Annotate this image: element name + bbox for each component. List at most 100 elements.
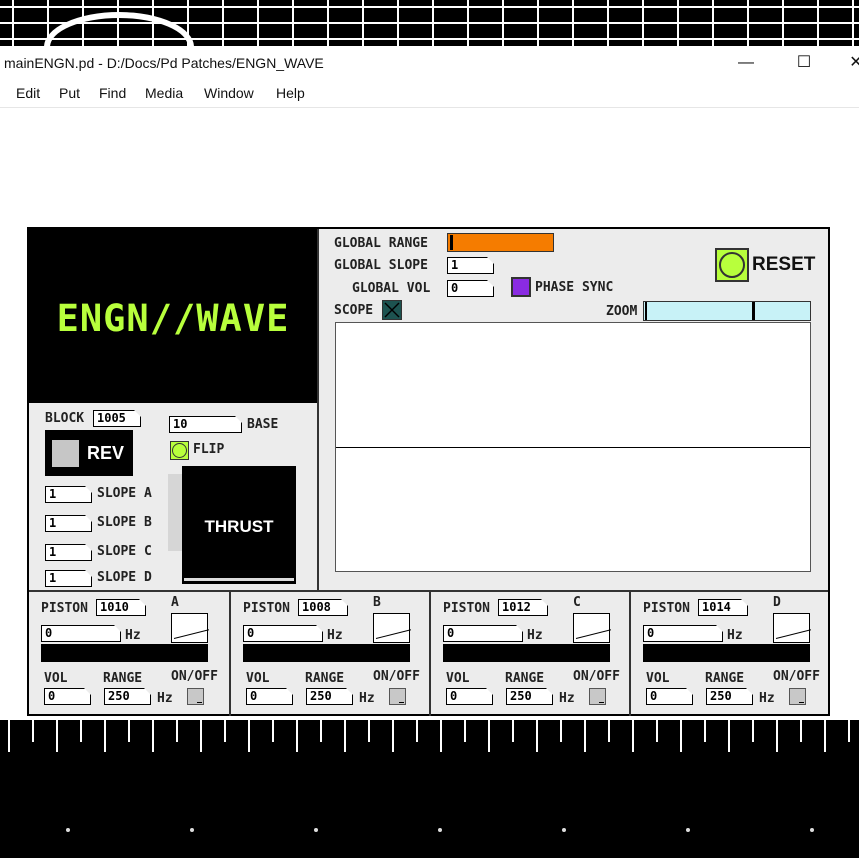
piston-a-letter: A: [171, 595, 179, 610]
piston-a-vol-number[interactable]: 0: [44, 688, 91, 705]
slope-d-number[interactable]: 1: [45, 570, 92, 587]
flip-toggle-circle: [172, 443, 187, 458]
scope-label: SCOPE: [334, 303, 374, 318]
zoom-slider[interactable]: [643, 301, 811, 321]
block-number[interactable]: 1005: [93, 410, 141, 427]
waveform-dot: [562, 828, 566, 832]
menu-media[interactable]: Media: [145, 85, 183, 101]
piston-b-range-number[interactable]: 250: [306, 688, 353, 705]
waveform-tick: [344, 718, 346, 752]
menu-window[interactable]: Window: [204, 85, 254, 101]
piston-a-vol-label: VOL: [44, 671, 68, 686]
thrust-button[interactable]: THRUST: [182, 466, 296, 584]
waveform-tick: [224, 718, 226, 742]
waveform-arc: [44, 12, 194, 46]
piston-d-onoff-toggle[interactable]: [789, 688, 806, 705]
scope-toggle[interactable]: [382, 300, 402, 320]
piston-a-panel: PISTON 1010 A 0 Hz VOL RANGE ON/OFF 0 25…: [29, 591, 229, 716]
reset-label: RESET: [752, 254, 816, 275]
piston-b-vol-label: VOL: [246, 671, 270, 686]
base-number[interactable]: 10: [169, 416, 242, 433]
waveform-tick: [560, 718, 562, 742]
phase-sync-toggle[interactable]: [511, 277, 531, 297]
piston-b-range-label: RANGE: [305, 671, 345, 686]
piston-c-vol-number[interactable]: 0: [446, 688, 493, 705]
global-range-knob[interactable]: [450, 235, 453, 250]
piston-a-id[interactable]: 1010: [96, 599, 146, 616]
waveform-tick: [296, 718, 298, 752]
waveform-tick: [728, 718, 730, 752]
menu-find[interactable]: Find: [99, 85, 126, 101]
close-button[interactable]: ✕: [836, 50, 859, 76]
piston-a-onoff-toggle[interactable]: [187, 688, 204, 705]
piston-b-onoff-toggle[interactable]: [389, 688, 406, 705]
waveform-tick: [272, 718, 274, 742]
waveform-dot: [686, 828, 690, 832]
x-icon: [384, 302, 400, 318]
piston-d-range-number[interactable]: 250: [706, 688, 753, 705]
menu-help[interactable]: Help: [276, 85, 305, 101]
slope-c-number[interactable]: 1: [45, 544, 92, 561]
maximize-button[interactable]: ☐: [784, 50, 824, 76]
piston-c-range-number[interactable]: 250: [506, 688, 553, 705]
piston-b-hz-unit: Hz: [327, 628, 343, 643]
waveform-tick: [704, 718, 706, 742]
piston-d-slope-display: [773, 613, 810, 643]
piston-d-id[interactable]: 1014: [698, 599, 748, 616]
waveform-tick: [200, 718, 202, 752]
menu-put[interactable]: Put: [59, 85, 80, 101]
piston-d-vol-number[interactable]: 0: [646, 688, 693, 705]
background-waveform-top: [0, 0, 859, 46]
piston-a-onoff-label: ON/OFF: [171, 669, 218, 684]
menu-edit[interactable]: Edit: [16, 85, 40, 101]
piston-c-range-unit: Hz: [559, 691, 575, 706]
piston-a-range-number[interactable]: 250: [104, 688, 151, 705]
waveform-tick: [512, 718, 514, 742]
flip-toggle[interactable]: [170, 441, 189, 460]
piston-c-panel: PISTON 1012 C 0 Hz VOL RANGE ON/OFF 0 25…: [429, 591, 629, 716]
piston-b-hz-number[interactable]: 0: [243, 625, 323, 642]
piston-d-onoff-label: ON/OFF: [773, 669, 820, 684]
global-range-slider[interactable]: [447, 233, 554, 252]
zoom-slider-left-cap: [645, 302, 647, 320]
waveform-tick: [8, 718, 10, 752]
global-slope-label: GLOBAL SLOPE: [334, 258, 428, 273]
phase-sync-label: PHASE SYNC: [535, 280, 614, 295]
piston-b-id[interactable]: 1008: [298, 599, 348, 616]
thrust-button-shadow: [168, 474, 182, 551]
slope-b-label: SLOPE B: [97, 515, 152, 530]
piston-d-hz-number[interactable]: 0: [643, 625, 723, 642]
piston-a-slope-display: [171, 613, 208, 643]
zoom-slider-knob[interactable]: [752, 302, 755, 320]
zoom-label: ZOOM: [606, 304, 638, 319]
waveform-tick: [152, 718, 154, 752]
piston-c-id[interactable]: 1012: [498, 599, 548, 616]
waveform-tick: [848, 718, 850, 742]
minimize-button[interactable]: —: [726, 50, 766, 76]
piston-a-meter: [41, 644, 208, 662]
global-slope-number[interactable]: 1: [447, 257, 494, 274]
piston-a-hz-number[interactable]: 0: [41, 625, 121, 642]
piston-d-letter: D: [773, 595, 781, 610]
logo-text: ENGN//WAVE: [56, 297, 290, 340]
piston-c-hz-number[interactable]: 0: [443, 625, 523, 642]
slope-a-number[interactable]: 1: [45, 486, 92, 503]
global-vol-number[interactable]: 0: [447, 280, 494, 297]
waveform-tick: [248, 718, 250, 752]
rev-toggle-box: [52, 440, 79, 467]
waveform-tick: [656, 718, 658, 742]
piston-d-range-label: RANGE: [705, 671, 745, 686]
rev-toggle[interactable]: REV: [45, 430, 133, 476]
reset-bang[interactable]: [715, 248, 749, 282]
waveform-tick: [752, 718, 754, 742]
piston-b-vol-number[interactable]: 0: [246, 688, 293, 705]
thrust-slider-track: [184, 578, 294, 581]
piston-c-slope-display: [573, 613, 610, 643]
piston-c-onoff-label: ON/OFF: [573, 669, 620, 684]
waveform-tick: [56, 718, 58, 752]
window-title: mainENGN.pd - D:/Docs/Pd Patches/ENGN_WA…: [4, 55, 324, 71]
slope-b-number[interactable]: 1: [45, 515, 92, 532]
waveform-tick: [680, 718, 682, 752]
piston-a-range-label: RANGE: [103, 671, 143, 686]
piston-c-onoff-toggle[interactable]: [589, 688, 606, 705]
